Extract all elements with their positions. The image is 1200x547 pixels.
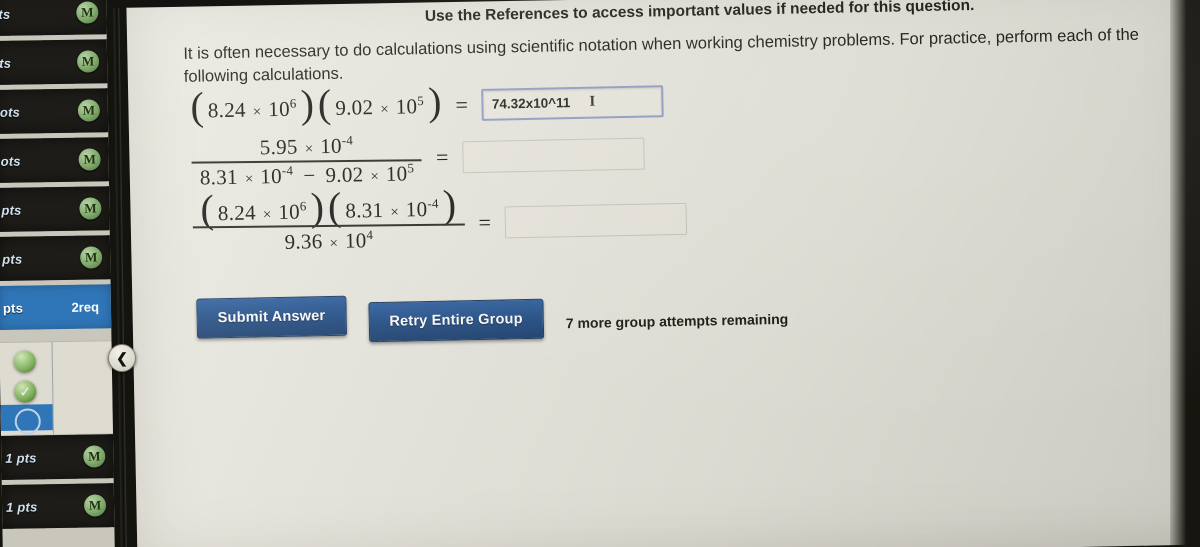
calc2-num-power: 10-4 [319,132,354,158]
calc2-answer-input[interactable] [462,137,645,174]
calc2-den-b-exponent: 5 [407,160,415,176]
calculation-row-3: ( 8.24 × 106 ) ( 8.31 × 10-4 ) 9.36 × 10… [176,180,1171,258]
calc1-b-mantissa: 9.02 [335,94,374,120]
sidebar-row-points: 1 pts [5,498,38,515]
calc3-num-b-power: 10-4 [405,195,439,222]
calc1-a-power: 106 [268,95,297,121]
calc2-num-exponent: -4 [341,132,354,148]
retry-entire-group-button[interactable]: Retry Entire Group [367,298,545,342]
question-content: Use the References to access important v… [126,0,1200,547]
multiply-icon: × [304,140,314,157]
calc2-den-b-power: 105 [385,160,415,186]
submit-answer-button[interactable]: Submit Answer [196,295,347,339]
calc1-answer-input[interactable]: 74.32x10^11 I [481,84,665,121]
sidebar-row-points: 1 pts [5,449,37,466]
text-cursor-icon: I [589,93,596,110]
status-partial-icon[interactable] [13,350,36,373]
multimedia-badge-icon[interactable]: M [79,197,102,220]
sidebar-question-row[interactable]: pts M [0,186,110,232]
multiply-icon: × [262,207,272,224]
calc3-answer-input[interactable] [504,202,688,239]
sidebar-question-row[interactable]: ots M [0,137,109,183]
sidebar-row-points: ts [0,6,11,22]
calc3-den-exponent: 4 [366,226,374,242]
calc3-numerator: ( 8.24 × 106 ) ( 8.31 × 10-4 ) [192,182,464,232]
sidebar-question-row[interactable]: ots M [0,88,109,134]
panel-divider [113,0,127,547]
calc3-denominator: 9.36 × 104 [276,226,381,256]
sidebar-row-points: pts [1,202,22,218]
calc3-den-mantissa: 9.36 [284,228,323,254]
photo-of-screen: ts M ts M ots M ots M pts M pts M pts 2r… [0,0,1200,547]
calc2-numerator: 5.95 × 10-4 [251,131,361,161]
calc3-den-power: 104 [344,226,374,253]
multimedia-badge-icon[interactable]: M [83,445,106,468]
multimedia-badge-icon[interactable]: M [83,494,107,517]
multiply-icon: × [329,235,339,252]
calc1-expression: ( 8.24 × 106 ) ( 9.02 × 105 ) [190,78,442,128]
calc2-equals-sign: = [435,144,449,171]
calc3-num-b-mantissa: 8.31 [345,198,384,223]
paren-close-icon: ) [300,80,315,127]
multimedia-badge-icon[interactable]: M [78,148,101,171]
attempts-remaining-text: 7 more group attempts remaining [565,310,789,331]
multiply-icon: × [390,204,400,221]
calc1-b-exponent: 5 [417,92,425,108]
paren-open-icon: ( [327,183,342,230]
calc3-num-b-exponent: -4 [427,195,439,212]
multimedia-badge-icon[interactable]: M [76,1,99,24]
action-bar: Submit Answer Retry Entire Group 7 more … [178,272,1173,346]
assignment-question-sidebar: ts M ts M ots M ots M pts M pts M pts 2r… [0,0,115,547]
calc1-answer-value: 74.32x10^11 [491,95,571,112]
question-intro-line-1: It is often necessary to do calculations… [183,32,819,63]
calc2-den-a-power: 10-4 [260,162,294,189]
calc3-equals-sign: = [478,209,492,235]
multimedia-badge-icon[interactable]: M [80,246,103,269]
status-correct-icon[interactable]: ✓ [14,380,37,403]
calc1-equals-sign: = [455,91,469,117]
calc3-num-a-power: 106 [278,198,307,225]
calc2-num-mantissa: 5.95 [259,134,298,159]
paren-open-icon: ( [200,186,215,232]
sidebar-collapse-chevron-left-icon[interactable]: ❮ [108,344,136,372]
sidebar-row-points: ots [0,104,21,120]
calc1-b-power: 105 [395,92,425,119]
calc1-a-mantissa: 8.24 [207,97,247,122]
question-page: [Review Topics] [References] Use the Ref… [126,0,1200,547]
sidebar-row-points: ots [0,153,21,169]
calc2-denominator: 8.31 × 10-4 − 9.02 × 105 [192,159,423,192]
sidebar-question-row[interactable]: ts M [0,39,108,85]
paren-open-icon: ( [317,80,332,126]
multimedia-badge-icon[interactable]: M [77,99,101,122]
calc3-fraction: ( 8.24 × 106 ) ( 8.31 × 10-4 ) 9.36 × 10… [192,182,465,257]
multiply-icon: × [244,171,254,188]
sidebar-row-points: pts [2,251,23,267]
paren-close-icon: ) [310,184,325,230]
sidebar-question-row-selected[interactable]: pts 2req [0,284,112,330]
sidebar-question-row[interactable]: 1 pts M [1,483,115,529]
calculation-row-2: 5.95 × 10-4 8.31 × 10-4 − 9.02 × 105 = [175,115,1170,193]
paren-close-icon: ) [427,78,442,124]
multiply-icon: × [252,103,262,121]
calc2-fraction: 5.95 × 10-4 8.31 × 10-4 − 9.02 × 105 [191,130,423,192]
question-status-panel: ✓ [0,340,113,435]
screen-bezel-right [1170,0,1200,547]
paren-open-icon: ( [189,82,205,129]
multiply-icon: × [370,169,380,186]
calc1-a-exponent: 6 [289,95,297,111]
multimedia-badge-icon[interactable]: M [76,50,100,73]
calc3-num-a-exponent: 6 [299,198,307,214]
calc3-num-a-mantissa: 8.24 [217,200,257,226]
sidebar-row-points: ts [0,55,12,71]
paren-close-icon: ) [442,181,457,227]
sidebar-question-row[interactable]: 1 pts M [0,434,114,480]
sidebar-question-row[interactable]: ts M [0,0,107,36]
sidebar-row-required-count: 2req [71,298,100,315]
sidebar-row-points: pts [2,300,24,316]
sidebar-question-row[interactable]: pts M [0,235,111,281]
multiply-icon: × [380,101,389,118]
status-unanswered-icon[interactable] [14,408,41,435]
calc2-den-a-exponent: -4 [281,162,294,179]
